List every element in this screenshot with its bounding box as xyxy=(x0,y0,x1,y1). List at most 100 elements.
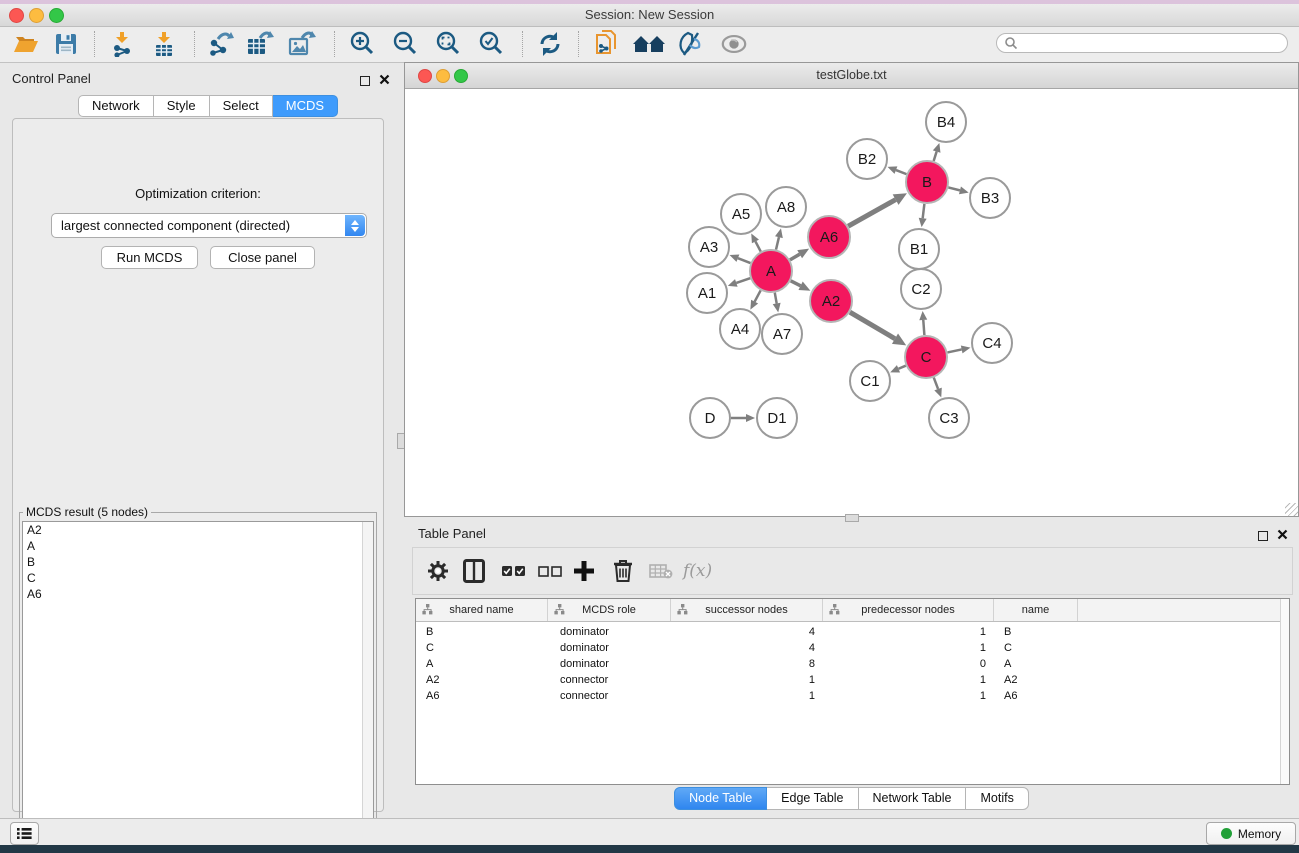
column-header-shared-name[interactable]: shared name xyxy=(416,599,548,621)
graph-node-A8[interactable]: A8 xyxy=(766,187,806,227)
svg-text:C4: C4 xyxy=(982,335,1001,352)
zoom-out-icon[interactable] xyxy=(391,30,419,58)
memory-label: Memory xyxy=(1238,827,1281,841)
close-view-icon[interactable] xyxy=(418,69,432,83)
task-history-button[interactable] xyxy=(10,822,39,845)
optimization-criterion-select[interactable]: largest connected component (directed) xyxy=(51,213,367,238)
column-header-successor-nodes[interactable]: successor nodes xyxy=(671,599,823,621)
graph-node-A7[interactable]: A7 xyxy=(762,314,802,354)
export-table-icon[interactable] xyxy=(246,30,274,58)
show-hide-panel-icon[interactable] xyxy=(720,30,748,58)
graph-node-A4[interactable]: A4 xyxy=(720,309,760,349)
import-table-icon[interactable] xyxy=(150,30,178,58)
add-row-icon[interactable] xyxy=(573,557,595,585)
graph-node-D[interactable]: D xyxy=(690,398,730,438)
delete-row-icon[interactable] xyxy=(613,557,633,585)
run-mcds-button[interactable]: Run MCDS xyxy=(101,246,198,269)
column-header-name[interactable]: name xyxy=(994,599,1078,621)
graph-node-B3[interactable]: B3 xyxy=(970,178,1010,218)
graph-node-A3[interactable]: A3 xyxy=(689,227,729,267)
save-session-icon[interactable] xyxy=(52,30,80,58)
select-all-icon[interactable] xyxy=(502,557,526,585)
network-window-titlebar[interactable]: testGlobe.txt xyxy=(405,63,1298,89)
gear-icon[interactable] xyxy=(427,557,449,585)
tab-network-table[interactable]: Network Table xyxy=(859,787,967,810)
list-item[interactable]: A2 xyxy=(23,522,373,538)
tab-motifs[interactable]: Motifs xyxy=(966,787,1028,810)
unselect-all-icon[interactable] xyxy=(538,557,562,585)
graph-node-D1[interactable]: D1 xyxy=(757,398,797,438)
export-network-icon[interactable] xyxy=(206,30,234,58)
network-view-window: testGlobe.txt B4 B2 B B3 A5A8A6 A3 B1 A A1 C2 A2 A4… xyxy=(404,62,1299,517)
new-network-from-selection-icon[interactable] xyxy=(592,30,620,58)
float-panel-icon[interactable] xyxy=(360,73,371,84)
graph-node-A6[interactable]: A6 xyxy=(808,216,850,258)
tab-style[interactable]: Style xyxy=(154,95,210,117)
graph-node-C4[interactable]: C4 xyxy=(972,323,1012,363)
network-graph[interactable]: B4 B2 B B3 A5A8A6 A3 B1 A A1 C2 A2 A4A7 C4 C C1 C3 D D1 xyxy=(405,89,1298,516)
node-table[interactable]: shared name MCDS role successor nodes pr… xyxy=(415,598,1290,785)
memory-button[interactable]: Memory xyxy=(1206,822,1296,845)
close-panel-button[interactable]: Close panel xyxy=(210,246,315,269)
maximize-window-icon[interactable] xyxy=(49,8,64,23)
table-toolbar: f(x) xyxy=(412,547,1293,595)
column-header-predecessor-nodes[interactable]: predecessor nodes xyxy=(823,599,994,621)
search-input[interactable] xyxy=(1018,34,1287,52)
refresh-icon[interactable] xyxy=(536,30,564,58)
graph-node-B4[interactable]: B4 xyxy=(926,102,966,142)
float-table-panel-icon[interactable] xyxy=(1258,528,1269,539)
close-window-icon[interactable] xyxy=(9,8,24,23)
graph-node-B2[interactable]: B2 xyxy=(847,139,887,179)
scrollbar-track[interactable] xyxy=(362,522,373,831)
graph-node-A5[interactable]: A5 xyxy=(721,194,761,234)
list-item[interactable]: A6 xyxy=(23,586,373,602)
table-panel-title: Table Panel xyxy=(418,526,486,541)
graph-node-C2[interactable]: C2 xyxy=(901,269,941,309)
graph-node-C[interactable]: C xyxy=(905,336,947,378)
search-field[interactable] xyxy=(996,33,1288,53)
cybrowser-home-icon[interactable] xyxy=(632,30,666,58)
open-file-icon[interactable] xyxy=(12,30,40,58)
maximize-view-icon[interactable] xyxy=(454,69,468,83)
tab-node-table[interactable]: Node Table xyxy=(674,787,767,810)
import-network-icon[interactable] xyxy=(108,30,136,58)
table-row[interactable]: Adominator 80 A xyxy=(416,658,1289,674)
toolbar-separator xyxy=(194,31,195,57)
list-item[interactable]: C xyxy=(23,570,373,586)
svg-text:C1: C1 xyxy=(860,373,879,390)
svg-text:A1: A1 xyxy=(698,285,716,302)
table-row[interactable]: A2connector 11 A2 xyxy=(416,674,1289,690)
table-row[interactable]: Cdominator 41 C xyxy=(416,642,1289,658)
minimize-view-icon[interactable] xyxy=(436,69,450,83)
graph-node-A[interactable]: A xyxy=(750,250,792,292)
zoom-in-icon[interactable] xyxy=(348,30,376,58)
graph-node-B1[interactable]: B1 xyxy=(899,229,939,269)
graph-node-A2[interactable]: A2 xyxy=(810,280,852,322)
resize-corner-icon[interactable] xyxy=(1285,503,1298,516)
graph-node-C1[interactable]: C1 xyxy=(850,361,890,401)
minimize-window-icon[interactable] xyxy=(29,8,44,23)
column-header-mcds-role[interactable]: MCDS role xyxy=(548,599,671,621)
tab-edge-table[interactable]: Edge Table xyxy=(767,787,858,810)
zoom-selected-icon[interactable] xyxy=(477,30,505,58)
svg-text:A: A xyxy=(766,263,776,280)
mcds-result-list[interactable]: A2 A B C A6 xyxy=(22,521,374,832)
scrollbar-track[interactable] xyxy=(1280,599,1289,784)
table-row[interactable]: Bdominator 41 B xyxy=(416,626,1289,642)
close-table-panel-icon[interactable] xyxy=(1277,527,1288,538)
tab-select[interactable]: Select xyxy=(210,95,273,117)
zoom-fit-icon[interactable] xyxy=(434,30,462,58)
toggle-details-icon[interactable] xyxy=(676,30,704,58)
list-item[interactable]: B xyxy=(23,554,373,570)
export-image-icon[interactable] xyxy=(288,30,316,58)
tab-mcds[interactable]: MCDS xyxy=(273,95,338,117)
toolbar-separator xyxy=(522,31,523,57)
graph-node-A1[interactable]: A1 xyxy=(687,273,727,313)
column-browser-icon[interactable] xyxy=(463,557,485,585)
close-panel-icon[interactable] xyxy=(379,72,390,83)
list-item[interactable]: A xyxy=(23,538,373,554)
graph-node-C3[interactable]: C3 xyxy=(929,398,969,438)
tab-network[interactable]: Network xyxy=(78,95,154,117)
graph-node-B[interactable]: B xyxy=(906,161,948,203)
table-row[interactable]: A6connector 11 A6 xyxy=(416,690,1289,706)
